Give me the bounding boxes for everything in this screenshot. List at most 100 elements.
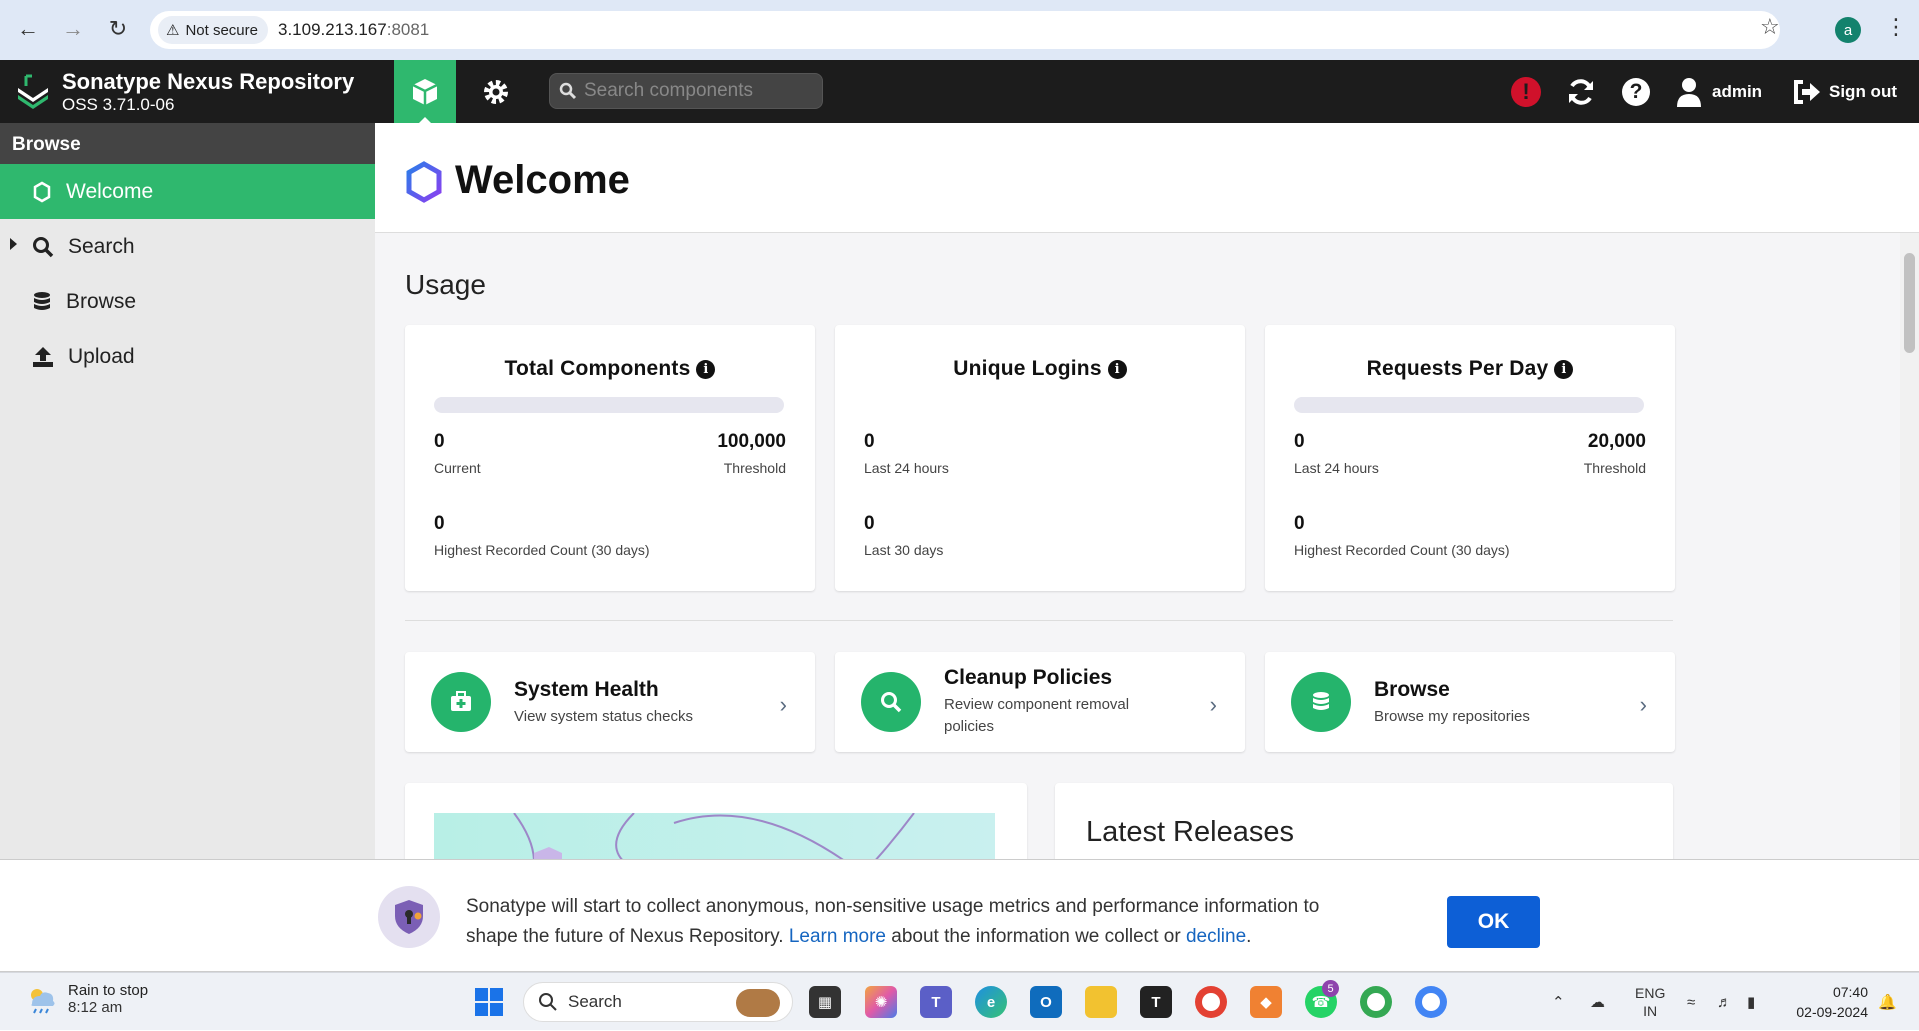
current-value: 0 [864,431,875,452]
reload-icon[interactable]: ↻ [103,14,133,44]
search-input[interactable] [584,74,814,108]
clock[interactable]: 07:40 02-09-2024 [1784,982,1868,1022]
wifi-icon[interactable]: ≈ [1687,973,1695,1031]
refresh-icon [1569,78,1593,105]
ok-button[interactable]: OK [1447,896,1540,948]
expand-caret-icon[interactable] [10,238,17,250]
search-icon [539,993,557,1011]
chrome-icon[interactable] [1195,986,1227,1018]
highest-label: Last 30 days [864,542,944,558]
network-illustration-icon [434,813,995,860]
browser-menu-icon[interactable]: ⋮ [1885,14,1907,40]
lang-top: ENG [1635,985,1666,1001]
database-icon [34,291,50,310]
edge-icon[interactable]: e [975,986,1007,1018]
usage-heading: Usage [405,269,486,300]
forward-icon[interactable]: → [58,14,88,44]
first-aid-kit-icon [431,672,491,732]
info-icon[interactable]: i [1107,359,1127,379]
refresh-button[interactable] [1550,60,1612,123]
info-icon[interactable]: i [696,359,716,379]
sidebar-item-browse[interactable]: Browse [0,274,375,329]
section-divider [405,620,1673,621]
admin-settings-button[interactable] [465,60,527,123]
system-health-card[interactable]: System Health View system status checks … [405,652,815,752]
language-indicator[interactable]: ENG IN [1635,973,1665,1031]
sonatype-logo-icon[interactable] [14,72,52,112]
browse-card[interactable]: Browse Browse my repositories › [1265,652,1675,752]
outlook-icon[interactable]: O [1030,986,1062,1018]
usage-card-title: Total Components i [405,357,815,381]
browse-mode-button[interactable] [394,60,456,124]
threshold-value: 100,000 [717,431,786,452]
banner-text-middle: about the information we collect or [891,926,1181,947]
url-host: 3.109.213.167 [278,20,387,39]
search-icon [861,672,921,732]
weather-title: Rain to stop [68,982,149,999]
sidebar-item-upload[interactable]: Upload [0,329,375,384]
help-button[interactable]: ? [1605,60,1667,123]
notification-bell-icon[interactable]: 🔔 [1878,973,1897,1031]
security-label: Not secure [185,21,258,39]
app-orange-icon[interactable]: ◆ [1250,986,1282,1018]
sidebar-item-search[interactable]: Search [0,219,375,274]
link-card-desc: View system status checks [514,708,693,725]
file-explorer-widget-icon[interactable]: ▦ [809,986,841,1018]
teams-icon[interactable]: T [920,986,952,1018]
chevron-right-icon: › [1639,692,1647,717]
onedrive-icon[interactable]: ☁ [1590,973,1605,1031]
tray-overflow-icon[interactable]: ⌃ [1552,973,1565,1031]
security-chip[interactable]: ⚠ Not secure [158,16,268,44]
link-card-title: System Health [514,678,659,701]
search-icon [559,82,577,100]
taskbar-search[interactable]: Search [523,982,793,1022]
info-icon[interactable]: i [1554,359,1574,379]
copilot-icon[interactable]: ✺ [865,986,897,1018]
scrollbar-thumb[interactable] [1904,253,1915,353]
sidebar-item-welcome[interactable]: Welcome [0,164,375,219]
decline-link[interactable]: decline [1186,926,1246,947]
main-scrollbar[interactable] [1900,233,1919,860]
bookmark-star-icon[interactable]: ☆ [1760,14,1780,40]
signout-button[interactable]: Sign out [1793,60,1897,123]
component-search[interactable] [549,73,823,109]
terminal-icon[interactable]: T [1140,986,1172,1018]
url-text: 3.109.213.167:8081 [278,20,429,40]
rain-cloud-icon [31,989,55,1014]
threshold-label: Threshold [723,460,786,476]
usage-card-title-text: Total Components [504,357,691,380]
cleanup-policies-card[interactable]: Cleanup Policies Review component remova… [835,652,1245,752]
sidebar-item-label: Upload [68,344,135,368]
user-menu[interactable]: admin [1676,60,1762,123]
profile-avatar[interactable]: a [1835,17,1861,43]
system-alert-button[interactable]: ! [1495,60,1557,123]
address-bar[interactable]: ⚠ Not secure 3.109.213.167:8081 [150,11,1780,49]
battery-icon[interactable]: ▮ [1747,973,1755,1031]
chrome-profile-a-icon[interactable] [1360,986,1392,1018]
windows-start-icon[interactable] [473,986,505,1018]
main-content: Welcome Usage Total Components i 0 Curren… [375,123,1919,860]
latest-releases-card: Latest Releases [1055,783,1673,860]
weather-widget[interactable]: Rain to stop 8:12 am [24,982,148,1016]
back-icon[interactable]: ← [13,14,43,44]
folder-icon[interactable] [1085,986,1117,1018]
clock-date: 02-09-2024 [1796,1004,1868,1020]
highest-value: 0 [864,513,875,534]
illustration-card [405,783,1027,860]
threshold-value: 20,000 [1587,431,1646,452]
user-icon [1677,77,1701,107]
usage-progress-bar [1294,397,1644,413]
search-icon [33,236,54,257]
volume-icon[interactable]: ♬ [1717,973,1732,1031]
upload-icon [33,346,53,367]
usage-card-requests-per-day: Requests Per Day i 0 Last 24 hours 20,000… [1265,325,1675,591]
threshold-label: Threshold [1583,460,1646,476]
user-label: admin [1712,81,1763,101]
sidebar-heading: Browse [0,123,375,164]
gear-icon [484,79,508,104]
welcome-hexagon-icon [406,161,442,203]
chrome-profile-b-icon[interactable] [1415,986,1447,1018]
learn-more-link[interactable]: Learn more [789,926,886,947]
link-card-title: Browse [1374,678,1450,701]
brand-version: OSS 3.71.0-06 [62,95,175,114]
